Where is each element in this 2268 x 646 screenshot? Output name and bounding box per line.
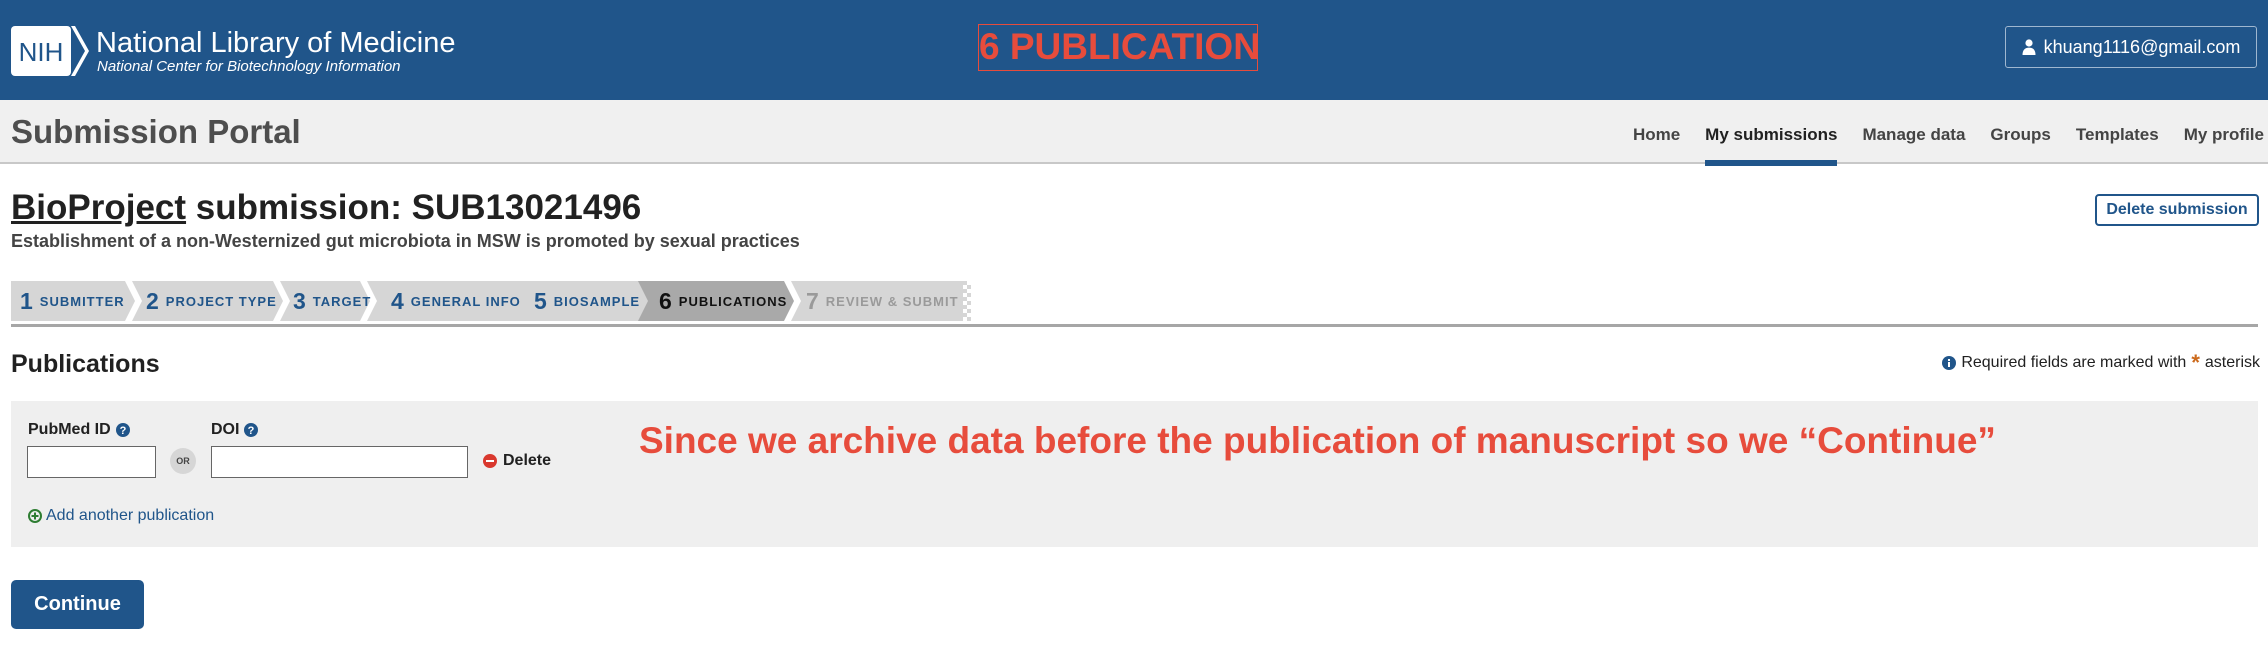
submission-id-text: submission: SUB13021496 bbox=[186, 188, 642, 227]
step-label: BIOSAMPLE bbox=[553, 293, 641, 309]
svg-text:?: ? bbox=[248, 425, 255, 437]
or-separator: OR bbox=[170, 448, 196, 474]
publications-heading: Publications bbox=[11, 350, 160, 378]
nav-home[interactable]: Home bbox=[1633, 100, 1680, 164]
bioproject-link[interactable]: BioProject bbox=[11, 188, 186, 227]
publication-panel: PubMed ID ? OR DOI ? Delete Since we arc… bbox=[11, 401, 2258, 547]
step-label: TARGET bbox=[312, 293, 372, 309]
step-label: GENERAL INFO bbox=[410, 293, 521, 309]
delete-label: Delete bbox=[503, 452, 552, 469]
user-email: khuang1116@gmail.com bbox=[2043, 37, 2241, 57]
user-account-button[interactable]: khuang1116@gmail.com bbox=[2005, 26, 2257, 68]
nav-my-submissions[interactable]: My submissions bbox=[1705, 100, 1838, 166]
wizard-steps: 1 SUBMITTER 2 PROJECT TYPE 3 TARGET 4 GENERA… bbox=[11, 281, 971, 321]
nav-manage-data[interactable]: Manage data bbox=[1862, 100, 1965, 164]
portal-nav: Home My submissions Manage data Groups T… bbox=[1633, 100, 2264, 166]
step-number: 7 bbox=[806, 287, 819, 314]
wizard-step-publications[interactable]: 6 PUBLICATIONS bbox=[659, 281, 787, 321]
pubmed-id-input[interactable] bbox=[27, 446, 156, 478]
step-label: PUBLICATIONS bbox=[678, 293, 788, 309]
step-number: 3 bbox=[293, 287, 306, 314]
wizard-step-review-submit: 7 REVIEW & SUBMIT bbox=[806, 281, 959, 321]
wizard-step-submitter[interactable]: 1 SUBMITTER bbox=[20, 281, 125, 321]
step-number: 2 bbox=[146, 287, 159, 314]
nav-groups[interactable]: Groups bbox=[1990, 100, 2050, 164]
step-number: 4 bbox=[391, 287, 404, 314]
step-number: 1 bbox=[20, 287, 33, 314]
wizard-step-target[interactable]: 3 TARGET bbox=[293, 281, 371, 321]
help-icon[interactable]: ? bbox=[115, 423, 130, 437]
required-note-word: asterisk bbox=[2204, 354, 2260, 371]
step-label: SUBMITTER bbox=[39, 293, 125, 309]
required-note-text: Required fields are marked with bbox=[1961, 354, 2187, 371]
portal-bar: Submission Portal Home My submissions Ma… bbox=[0, 100, 2268, 166]
submission-description: Establishment of a non-Westernized gut m… bbox=[11, 231, 800, 251]
delete-submission-button[interactable]: Delete submission bbox=[2095, 194, 2259, 226]
continue-button[interactable]: Continue bbox=[11, 580, 144, 629]
doi-input[interactable] bbox=[211, 446, 468, 478]
add-publication-label: Add another publication bbox=[46, 507, 215, 524]
nih-logo[interactable]: NIH bbox=[11, 26, 89, 76]
site-header: NIH National Library of Medicine Nationa… bbox=[0, 0, 2268, 100]
user-icon bbox=[2022, 39, 2036, 55]
doi-label: DOI ? bbox=[211, 420, 259, 440]
step-number: 6 bbox=[659, 287, 672, 314]
info-icon bbox=[1942, 356, 1957, 370]
wizard-step-general-info[interactable]: 4 GENERAL INFO bbox=[391, 281, 521, 321]
org-subtitle: National Center for Biotechnology Inform… bbox=[97, 58, 401, 75]
step-label: REVIEW & SUBMIT bbox=[825, 293, 959, 309]
submission-title: BioProject submission: SUB13021496 bbox=[11, 186, 641, 230]
portal-title: Submission Portal bbox=[11, 113, 301, 150]
plus-circle-icon bbox=[28, 509, 42, 523]
nav-my-profile[interactable]: My profile bbox=[2184, 100, 2264, 164]
wizard-divider bbox=[11, 324, 2258, 327]
step-label: PROJECT TYPE bbox=[165, 293, 277, 309]
add-publication-link[interactable]: Add another publication bbox=[28, 507, 214, 525]
nav-templates[interactable]: Templates bbox=[2076, 100, 2159, 164]
required-fields-note: Required fields are marked with * asteri… bbox=[1942, 350, 2260, 375]
pubmed-label-text: PubMed ID bbox=[28, 421, 111, 438]
wizard-step-biosample[interactable]: 5 BIOSAMPLE bbox=[534, 281, 640, 321]
pubmed-id-label: PubMed ID ? bbox=[28, 420, 130, 440]
step-banner-annotation: 6 PUBLICATION bbox=[978, 24, 1260, 71]
annotation-note: Since we archive data before the publica… bbox=[639, 420, 1996, 461]
asterisk-icon: * bbox=[2191, 350, 2200, 375]
help-icon[interactable]: ? bbox=[244, 423, 259, 437]
org-name[interactable]: National Library of Medicine bbox=[96, 27, 455, 59]
doi-label-text: DOI bbox=[211, 421, 240, 438]
step-number: 5 bbox=[534, 287, 547, 314]
minus-circle-icon bbox=[483, 454, 497, 468]
delete-publication-button[interactable]: Delete bbox=[483, 452, 551, 470]
wizard-step-project-type[interactable]: 2 PROJECT TYPE bbox=[146, 281, 277, 321]
nih-logo-text: NIH bbox=[19, 37, 64, 67]
svg-text:?: ? bbox=[119, 425, 126, 437]
